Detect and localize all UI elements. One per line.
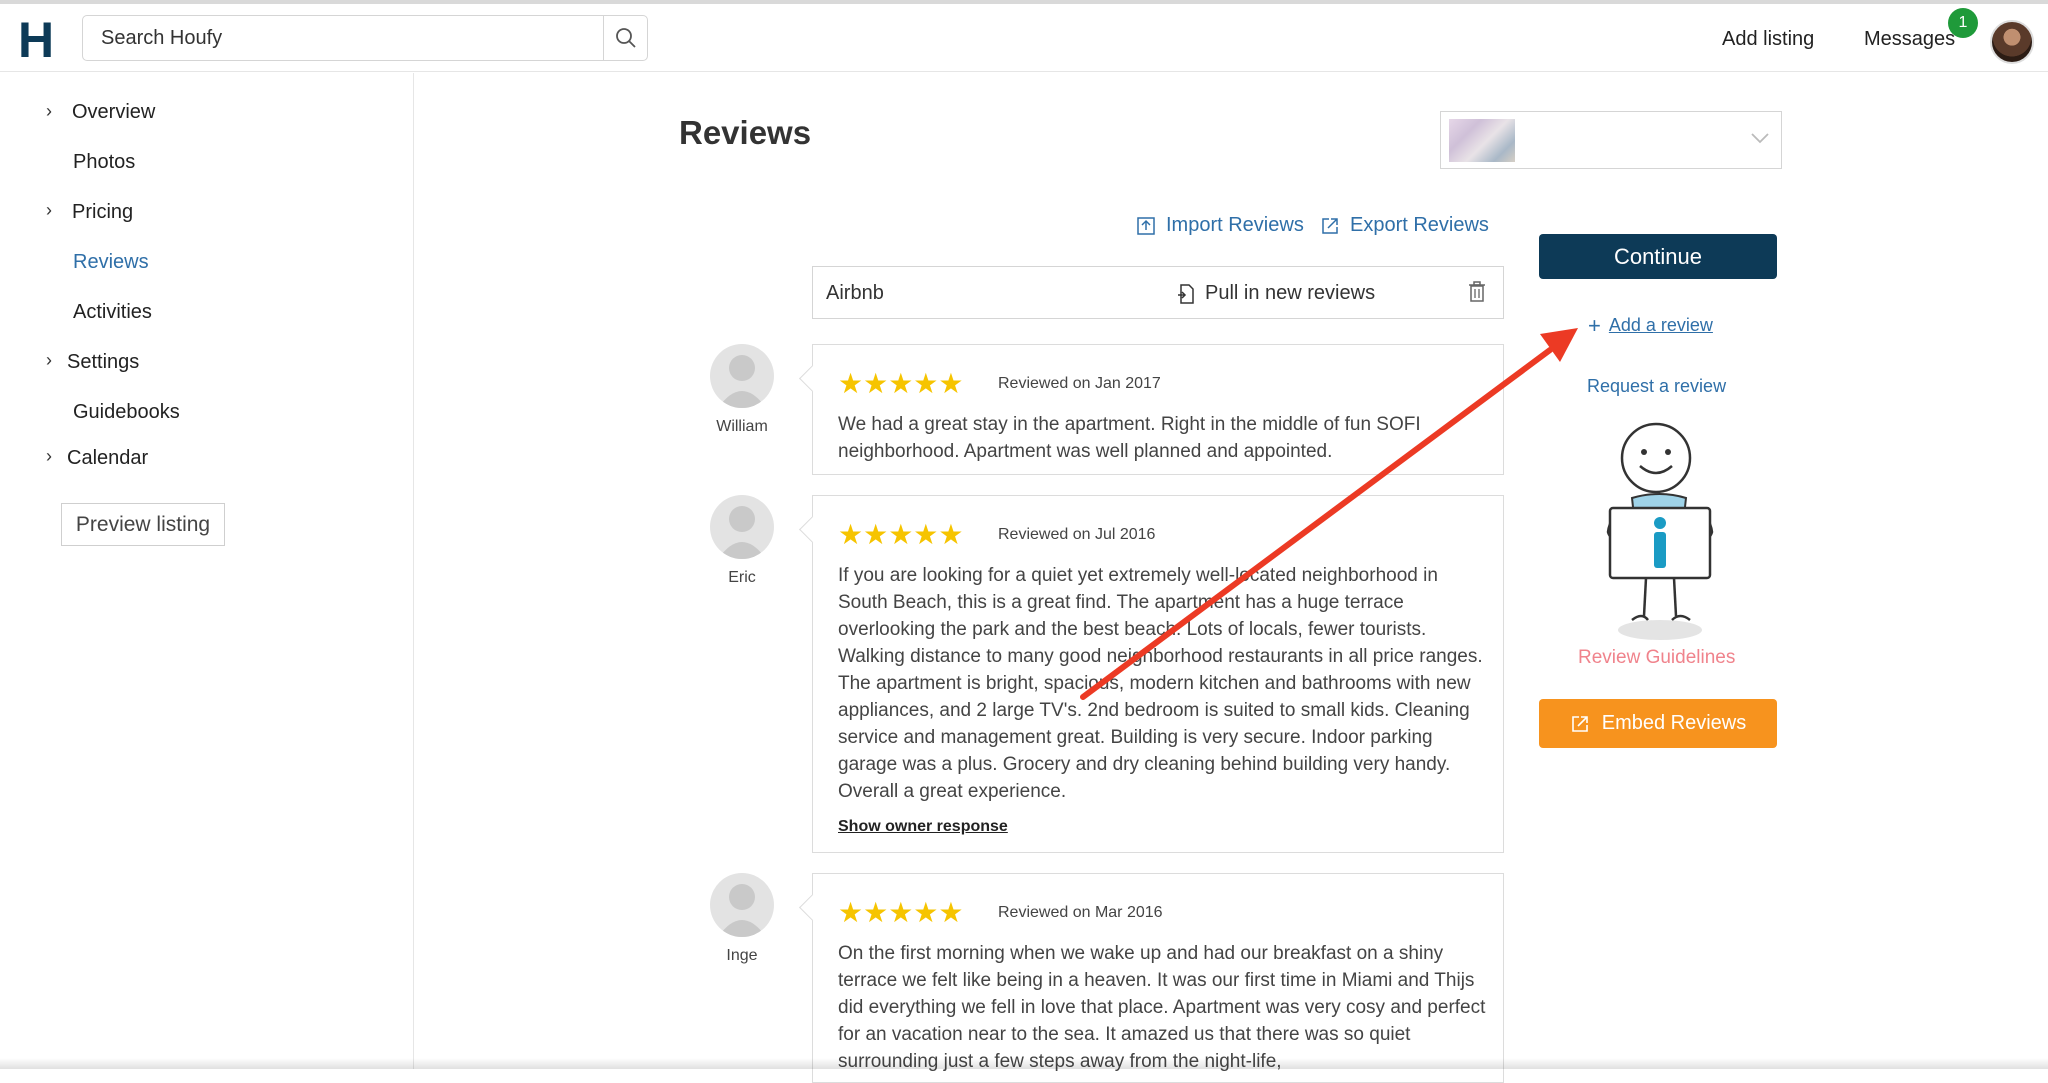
- search-icon: [615, 28, 636, 48]
- external-link-icon: [1571, 715, 1588, 732]
- sidebar-item-overview[interactable]: Overview: [72, 101, 155, 124]
- reviewer-avatar: [710, 495, 774, 559]
- add-listing-link[interactable]: Add listing: [1722, 28, 1814, 51]
- review-text: If you are looking for a quiet yet extre…: [838, 565, 1483, 802]
- review-date: Reviewed on Jan 2017: [998, 375, 1161, 392]
- page-title: Reviews: [679, 114, 812, 151]
- user-silhouette-icon: [718, 355, 766, 408]
- review-date: Reviewed on Jul 2016: [998, 526, 1156, 543]
- reviewer-name: William: [716, 418, 768, 435]
- export-reviews-label: Export Reviews: [1350, 214, 1489, 236]
- user-avatar[interactable]: [1990, 20, 2034, 64]
- preview-listing-button[interactable]: Preview listing: [61, 503, 225, 546]
- listing-thumbnail: [1449, 119, 1515, 162]
- chevron-right-icon[interactable]: ›: [46, 446, 52, 467]
- sidebar: › Overview Photos › Pricing Reviews Acti…: [0, 73, 414, 1069]
- plus-icon: +: [1588, 312, 1601, 338]
- top-bar: H Add listing Messages 1: [0, 4, 2048, 72]
- chevron-right-icon[interactable]: ›: [46, 200, 52, 221]
- messages-badge: 1: [1948, 8, 1978, 38]
- pull-file-icon: [1178, 283, 1194, 304]
- review-card: ★★★★★ Reviewed on Jul 2016 If you are lo…: [812, 495, 1504, 853]
- pull-new-reviews-link[interactable]: Pull in new reviews: [1177, 282, 1375, 305]
- review-card: ★★★★★ Reviewed on Jan 2017 We had a grea…: [812, 344, 1504, 475]
- sidebar-item-activities[interactable]: Activities: [73, 301, 152, 324]
- messages-link[interactable]: Messages: [1864, 28, 1955, 51]
- chevron-right-icon[interactable]: ›: [46, 101, 52, 122]
- houfy-logo[interactable]: H: [18, 14, 54, 66]
- star-rating: ★★★★★: [838, 897, 964, 928]
- user-silhouette-icon: [718, 506, 766, 559]
- sidebar-item-photos[interactable]: Photos: [73, 151, 135, 174]
- import-reviews-label: Import Reviews: [1166, 214, 1304, 236]
- sidebar-item-pricing[interactable]: Pricing: [72, 201, 133, 224]
- search-box: [82, 15, 648, 61]
- source-name: Airbnb: [826, 282, 884, 304]
- search-input[interactable]: [83, 16, 605, 60]
- user-silhouette-icon: [718, 884, 766, 937]
- export-reviews-link[interactable]: Export Reviews: [1320, 214, 1489, 237]
- show-owner-response-link[interactable]: Show owner response: [838, 818, 1008, 836]
- review-source-row: Airbnb Pull in new reviews: [812, 266, 1504, 319]
- pull-new-reviews-label: Pull in new reviews: [1205, 282, 1376, 304]
- listing-selector[interactable]: [1440, 111, 1782, 169]
- add-review-link[interactable]: + Add a review: [1588, 312, 1713, 338]
- bottom-shadow: [0, 1058, 2048, 1069]
- reviewer-avatar: [710, 344, 774, 408]
- continue-button[interactable]: Continue: [1539, 234, 1777, 279]
- sidebar-item-settings[interactable]: Settings: [67, 351, 139, 374]
- review-card: ★★★★★ Reviewed on Mar 2016 On the first …: [812, 873, 1504, 1083]
- chevron-down-icon: [1751, 133, 1769, 144]
- sidebar-item-guidebooks[interactable]: Guidebooks: [73, 401, 180, 424]
- request-review-link[interactable]: Request a review: [1587, 376, 1726, 397]
- star-rating: ★★★★★: [838, 368, 964, 399]
- review-date: Reviewed on Mar 2016: [998, 904, 1163, 921]
- search-button[interactable]: [603, 16, 647, 60]
- review-text: We had a great stay in the apartment. Ri…: [838, 414, 1421, 462]
- sidebar-item-calendar[interactable]: Calendar: [67, 447, 148, 470]
- export-icon: [1322, 217, 1338, 234]
- embed-reviews-label: Embed Reviews: [1601, 712, 1747, 734]
- review-text: On the first morning when we wake up and…: [838, 943, 1486, 1072]
- trash-icon[interactable]: [1467, 281, 1487, 303]
- reviewer-name: Eric: [728, 569, 756, 586]
- embed-reviews-button[interactable]: Embed Reviews: [1539, 699, 1777, 748]
- reviewer-name: Inge: [726, 947, 758, 964]
- add-review-label: Add a review: [1608, 315, 1713, 335]
- sidebar-item-reviews[interactable]: Reviews: [73, 251, 149, 274]
- chevron-right-icon[interactable]: ›: [46, 350, 52, 371]
- import-icon: [1137, 216, 1155, 235]
- review-guidelines-illustration[interactable]: [1580, 420, 1740, 644]
- reviewer-avatar: [710, 873, 774, 937]
- star-rating: ★★★★★: [838, 519, 964, 550]
- review-guidelines-link[interactable]: Review Guidelines: [1578, 647, 1735, 669]
- import-reviews-link[interactable]: Import Reviews: [1136, 214, 1304, 237]
